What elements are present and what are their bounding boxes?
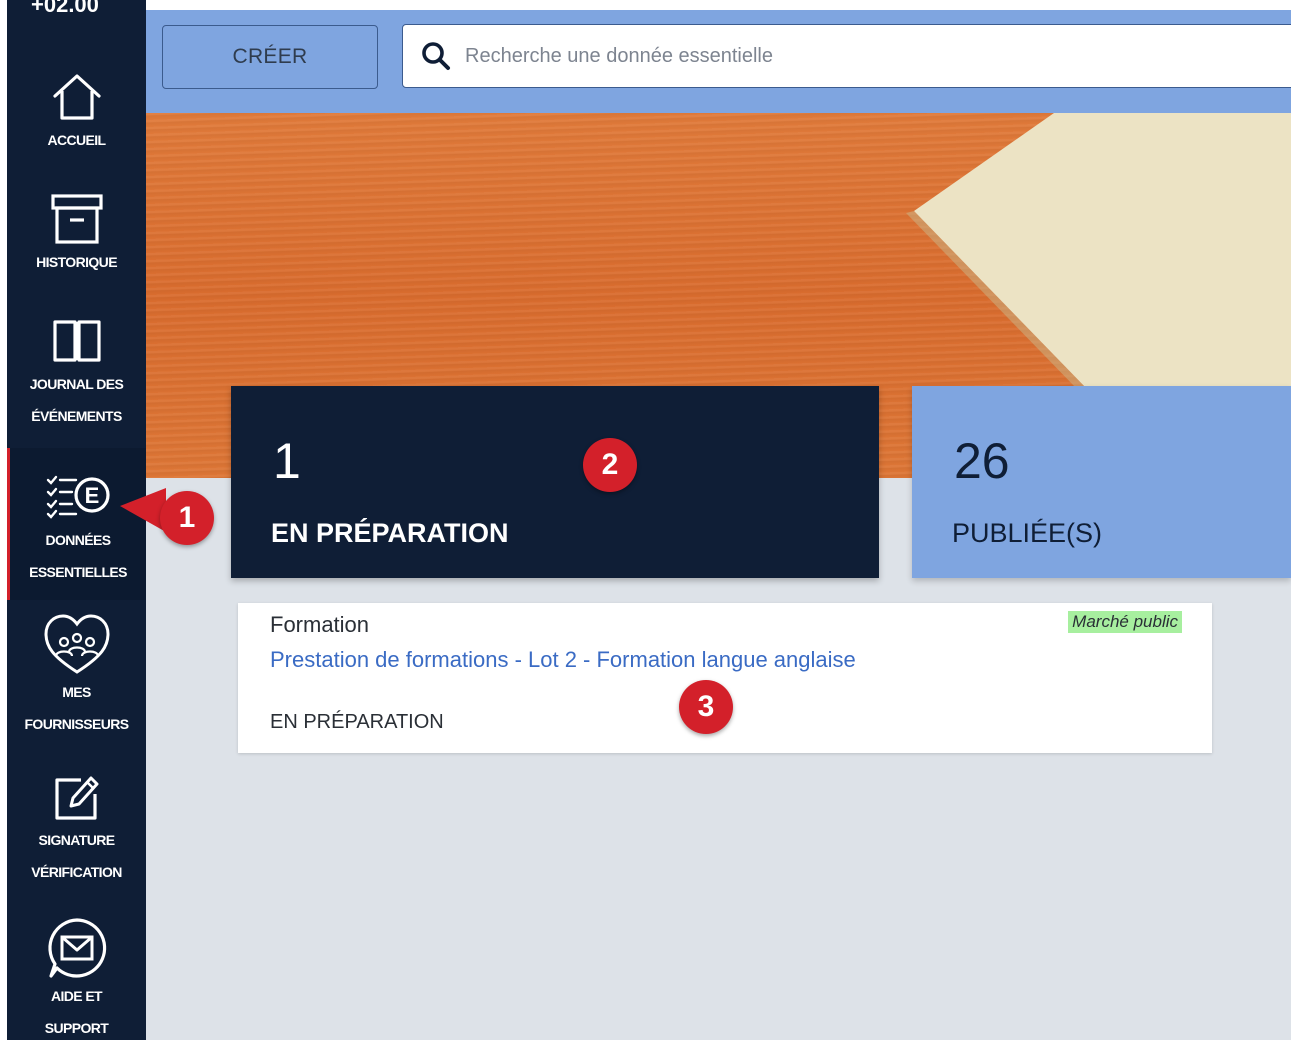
sidebar-item-fournisseurs[interactable]: MES FOURNISSEURS — [7, 612, 146, 740]
sidebar-item-accueil[interactable]: ACCUEIL — [7, 70, 146, 156]
sidebar-item-label: MES — [62, 684, 91, 700]
sidebar-item-label: JOURNAL DES — [29, 376, 124, 392]
suppliers-group-icon — [43, 614, 110, 674]
sidebar-item-label: HISTORIQUE — [36, 254, 117, 270]
search-box[interactable] — [402, 24, 1291, 88]
search-icon[interactable] — [421, 41, 451, 71]
annotation-marker-1: 1 — [160, 491, 214, 545]
home-icon — [52, 74, 101, 120]
sidebar-item-label: ÉVÉNEMENTS — [31, 408, 122, 424]
sidebar-item-label: SIGNATURE — [38, 832, 115, 848]
create-button[interactable]: CRÉER — [162, 25, 378, 89]
stat-card-in-preparation[interactable]: 1 EN PRÉPARATION — [231, 386, 879, 578]
stat-label: PUBLIÉE(S) — [952, 518, 1103, 548]
mail-support-icon — [47, 918, 106, 978]
result-status: EN PRÉPARATION — [270, 711, 444, 733]
sidebar-item-label: ESSENTIELLES — [29, 564, 127, 580]
edit-signature-icon — [54, 776, 98, 820]
result-title-link[interactable]: Prestation de formations - Lot 2 - Forma… — [270, 647, 856, 673]
open-book-icon — [52, 320, 101, 362]
archive-box-icon — [50, 194, 103, 244]
annotation-marker-3: 3 — [679, 680, 733, 734]
sidebar-top-text: +02.00 — [31, 0, 99, 17]
sidebar-item-label: ACCUEIL — [47, 132, 106, 148]
stat-card-published[interactable]: 26 PUBLIÉE(S) — [912, 386, 1291, 578]
sidebar-item-label: AIDE ET — [50, 988, 103, 1004]
procedure-type-badge: Marché public — [1068, 611, 1182, 633]
sidebar-item-signature[interactable]: SIGNATURE VÉRIFICATION — [7, 770, 146, 888]
result-category: Formation — [270, 612, 370, 637]
sidebar-item-label: SUPPORT — [44, 1020, 109, 1036]
sidebar-item-label: FOURNISSEURS — [24, 716, 129, 732]
top-toolbar: CRÉER — [146, 10, 1291, 113]
sidebar-item-historique[interactable]: HISTORIQUE — [7, 190, 146, 278]
svg-text:E: E — [85, 483, 100, 508]
stat-count: 26 — [954, 433, 1010, 489]
checklist-e-icon: E — [46, 475, 110, 519]
result-card[interactable]: Formation Prestation de formations - Lot… — [238, 603, 1212, 753]
search-input[interactable] — [465, 44, 1165, 68]
sidebar-item-label: VÉRIFICATION — [31, 864, 122, 880]
annotation-marker-2: 2 — [583, 438, 637, 492]
stat-count: 1 — [273, 433, 301, 489]
sidebar-item-journal[interactable]: JOURNAL DES ÉVÉNEMENTS — [7, 312, 146, 432]
stat-label: EN PRÉPARATION — [271, 518, 509, 548]
sidebar-item-aide-support[interactable]: AIDE ET SUPPORT — [7, 916, 146, 1040]
